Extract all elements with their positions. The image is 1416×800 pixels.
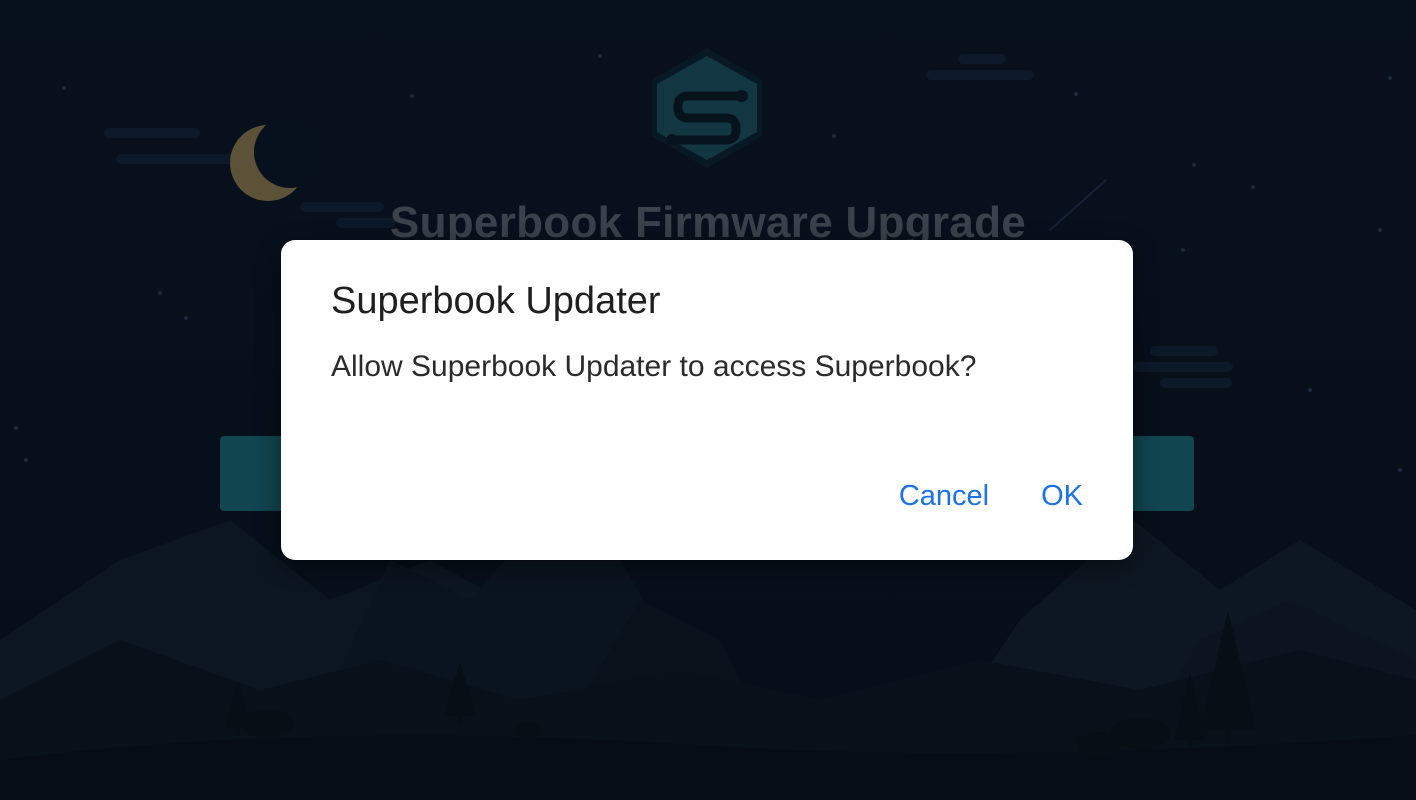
cancel-button[interactable]: Cancel — [899, 482, 989, 511]
permission-dialog: Superbook Updater Allow Superbook Update… — [281, 240, 1133, 560]
dialog-title: Superbook Updater — [331, 280, 661, 322]
dialog-actions: Cancel OK — [899, 482, 1083, 511]
app-screen: Superbook Firmware Upgrade Superbook Upd… — [0, 0, 1416, 800]
dialog-message: Allow Superbook Updater to access Superb… — [331, 350, 977, 383]
ok-button[interactable]: OK — [1041, 482, 1083, 511]
